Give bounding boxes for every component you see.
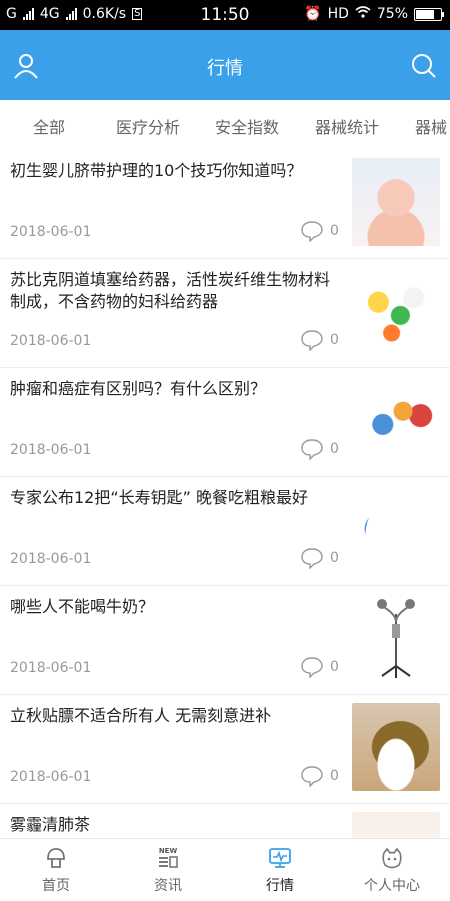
alarm-icon: ⏰ [304, 6, 322, 22]
tab-market[interactable]: 行情 [224, 845, 336, 895]
profile-icon [379, 845, 405, 871]
article-date: 2018-06-01 [10, 551, 92, 567]
article-title: 肿瘤和癌症有区别吗？有什么区别？ [10, 379, 267, 398]
comment-number: 0 [330, 768, 339, 784]
hd-label: HD [327, 6, 349, 22]
comment-icon [301, 330, 323, 351]
comment-icon [301, 221, 323, 242]
market-icon [267, 845, 293, 871]
news-icon: NEW [155, 845, 181, 871]
comment-count: 0 [300, 438, 339, 460]
article-list: 初生婴儿脐带护理的10个技巧你知道吗？ 2018-06-01 0 苏比克阴道填塞… [0, 150, 450, 838]
bottom-tab-bar: 首页 NEW 资讯 行情 个人中心 [0, 838, 450, 901]
tab-device[interactable]: 器械 [415, 114, 447, 138]
comment-icon [301, 439, 323, 460]
list-item[interactable]: 苏比克阴道填塞给药器，活性炭纤维生物材料制成，不含药物的妇科给药器 2018-0… [0, 259, 450, 368]
comment-count: 0 [300, 547, 339, 569]
comment-count: 0 [300, 656, 339, 678]
list-item[interactable]: 立秋贴膘不适合所有人 无需刻意进补 2018-06-01 0 [0, 695, 450, 804]
status-right: ⏰ HD 75% [304, 6, 444, 22]
article-title: 初生婴儿脐带护理的10个技巧你知道吗？ [10, 161, 303, 180]
battery-icon [414, 7, 444, 21]
page-title: 行情 [207, 58, 243, 79]
tab-safety-index[interactable]: 安全指数 [215, 114, 279, 138]
article-thumbnail [352, 376, 440, 464]
list-item[interactable]: 雾霾清肺茶 [0, 804, 450, 838]
article-thumbnail [352, 812, 440, 838]
article-thumbnail [352, 594, 440, 682]
tab-profile[interactable]: 个人中心 [336, 845, 448, 895]
home-icon [43, 845, 69, 871]
article-title: 苏比克阴道填塞给药器，活性炭纤维生物材料制成，不含药物的妇科给药器 [10, 270, 331, 311]
tab-news-label: 资讯 [154, 878, 182, 894]
comment-count: 0 [300, 765, 339, 787]
comment-icon [301, 548, 323, 569]
article-title: 立秋贴膘不适合所有人 无需刻意进补 [10, 706, 272, 725]
comment-number: 0 [330, 223, 339, 239]
list-item[interactable]: 肿瘤和癌症有区别吗？有什么区别？ 2018-06-01 0 [0, 368, 450, 477]
article-title: 哪些人不能喝牛奶？ [10, 597, 155, 616]
tab-all[interactable]: 全部 [33, 114, 65, 138]
tab-market-label: 行情 [266, 878, 294, 894]
article-thumbnail [352, 703, 440, 791]
tab-home-label: 首页 [42, 878, 70, 894]
tab-medical-analysis[interactable]: 医疗分析 [116, 114, 180, 138]
news-badge: NEW [159, 847, 178, 855]
article-thumbnail [352, 267, 440, 355]
article-date: 2018-06-01 [10, 442, 92, 458]
battery-label: 75% [376, 6, 408, 22]
article-thumbnail [352, 485, 440, 573]
list-item[interactable]: 专家公布12把“长寿钥匙” 晚餐吃粗粮最好 2018-06-01 0 [0, 477, 450, 586]
search-icon[interactable] [410, 52, 438, 80]
article-title: 专家公布12把“长寿钥匙” 晚餐吃粗粮最好 [10, 488, 309, 507]
comment-icon [301, 657, 323, 678]
list-item[interactable]: 哪些人不能喝牛奶？ 2018-06-01 0 [0, 586, 450, 695]
category-tabs: 全部 医疗分析 安全指数 器械统计 器械 [0, 100, 450, 150]
comment-number: 0 [330, 659, 339, 675]
article-title: 雾霾清肺茶 [10, 815, 91, 834]
article-thumbnail [352, 158, 440, 246]
comment-count: 0 [300, 220, 339, 242]
wifi-icon [355, 6, 371, 22]
status-bar: G 4G 0.6K/s S 11:50 ⏰ HD 75% [0, 0, 450, 30]
comment-count: 0 [300, 329, 339, 351]
article-date: 2018-06-01 [10, 333, 92, 349]
tab-device-stats[interactable]: 器械统计 [315, 114, 379, 138]
comment-icon [301, 766, 323, 787]
tab-home[interactable]: 首页 [0, 845, 112, 895]
article-date: 2018-06-01 [10, 224, 92, 240]
tab-profile-label: 个人中心 [364, 878, 420, 894]
comment-number: 0 [330, 441, 339, 457]
article-date: 2018-06-01 [10, 660, 92, 676]
comment-number: 0 [330, 332, 339, 348]
app-header: 行情 [0, 30, 450, 100]
article-date: 2018-06-01 [10, 769, 92, 785]
tab-news[interactable]: NEW 资讯 [112, 845, 224, 895]
comment-number: 0 [330, 550, 339, 566]
list-item[interactable]: 初生婴儿脐带护理的10个技巧你知道吗？ 2018-06-01 0 [0, 150, 450, 259]
